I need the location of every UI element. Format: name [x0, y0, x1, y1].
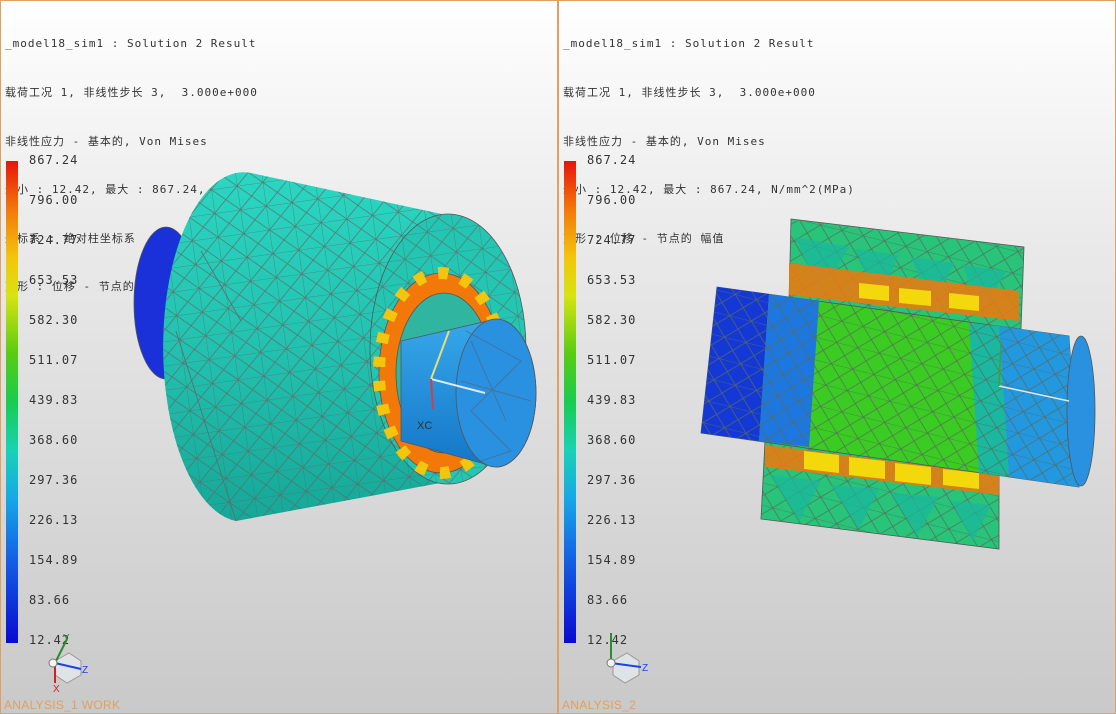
triad-z-label: Z: [82, 665, 88, 676]
viewport-title: ANALYSIS_1 WORK: [4, 698, 121, 712]
csys-label: XC: [417, 420, 432, 432]
viewport-analysis-1[interactable]: _model18_sim1 : Solution 2 Result 载荷工况 1…: [0, 0, 558, 714]
triad-cube: [612, 652, 640, 684]
triad-x-label: X: [53, 684, 60, 693]
fem-model-cylinder[interactable]: XC: [1, 1, 558, 714]
triad-y-label: Y: [607, 631, 614, 632]
viewport-analysis-2[interactable]: _model18_sim1 : Solution 2 Result 载荷工况 1…: [558, 0, 1116, 714]
view-triad[interactable]: Y Z: [599, 631, 659, 693]
view-triad[interactable]: Y Z X: [41, 631, 101, 693]
shaft-end-face: [1066, 335, 1096, 487]
viewport-title: ANALYSIS_2: [562, 698, 637, 712]
shaft-end-face: [455, 318, 537, 468]
fem-model-section[interactable]: [559, 1, 1116, 714]
triad-y-label: Y: [63, 633, 70, 644]
triad-z-label: Z: [642, 663, 648, 674]
